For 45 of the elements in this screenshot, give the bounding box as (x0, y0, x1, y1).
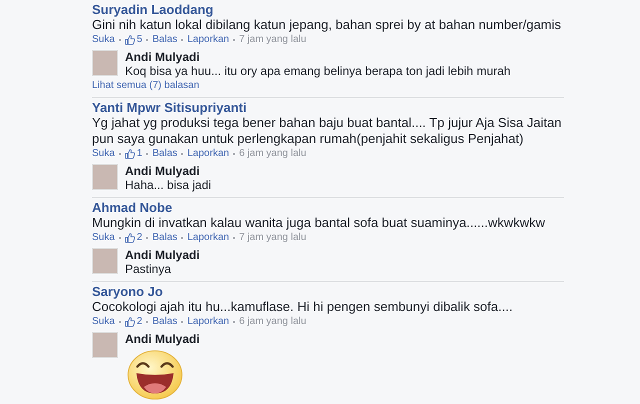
reply-author[interactable]: Andi Mulyadi (125, 164, 212, 178)
comment-time: 6 jam yang lalu (239, 147, 306, 160)
comment-author[interactable]: Ahmad Nobe (92, 200, 564, 215)
like-link[interactable]: Suka (92, 147, 115, 160)
comment-time: 7 jam yang lalu (239, 231, 306, 244)
comment-text: Yg jahat yg produksi tega bener bahan baju buat bantal.... Tp jujur Aja Sisa Jaitan pun saya gunakan untuk perlengkapan rumah(penjahit sekaligus Penjahat) (92, 115, 563, 147)
avatar-photo-placeholder (92, 248, 118, 274)
comment-time: 7 jam yang lalu (239, 33, 306, 46)
comment-time: 6 jam yang lalu (239, 315, 306, 328)
like-count: 2 (136, 231, 142, 244)
laughing-face-sticker (125, 348, 185, 400)
reply-text: Pastinya (125, 262, 172, 276)
report-link[interactable]: Laporkan (187, 33, 230, 46)
report-link[interactable]: Laporkan (187, 315, 230, 328)
report-link[interactable]: Laporkan (187, 147, 230, 160)
comment-author[interactable]: Yanti Mpwr Sitisupriyanti (92, 100, 564, 115)
report-link[interactable]: Laporkan (187, 231, 230, 244)
like-link[interactable]: Suka (92, 33, 115, 46)
thumbs-up-icon (124, 316, 135, 326)
reply-author[interactable]: Andi Mulyadi (125, 50, 511, 64)
avatar-photo-placeholder (92, 332, 118, 358)
comment-author[interactable]: Saryono Jo (92, 284, 564, 299)
reply-link[interactable]: Balas (152, 315, 178, 328)
thumbs-up-icon (124, 34, 135, 44)
reply-link[interactable]: Balas (152, 33, 178, 46)
like-count: 1 (136, 147, 142, 160)
comment-text: Cocokologi ajah itu hu...kamuflase. Hi hi pengen sembunyi dibalik sofa.... (92, 299, 514, 315)
reply-text: Koq bisa ya huu... itu ory apa emang belinya berapa ton jadi lebih murah (125, 64, 511, 78)
thumbs-up-icon (124, 232, 135, 242)
comment-text: Gini nih katun lokal dibilang katun jepang, bahan sprei by at bahan number/gamis (92, 17, 562, 33)
like-count: 5 (136, 33, 142, 46)
like-count: 2 (136, 315, 142, 328)
view-replies-link[interactable]: Lihat semua (7) balasan (92, 79, 564, 92)
thumbs-up-icon (124, 148, 135, 158)
reply-link[interactable]: Balas (152, 147, 178, 160)
comment-author[interactable]: Suryadin Laoddang (92, 2, 564, 17)
avatar-photo-placeholder (92, 50, 118, 76)
like-link[interactable]: Suka (92, 315, 115, 328)
reply-author[interactable]: Andi Mulyadi (125, 248, 200, 262)
like-link[interactable]: Suka (92, 231, 115, 244)
reply-author[interactable]: Andi Mulyadi (125, 332, 200, 346)
avatar-photo-placeholder (92, 164, 118, 190)
reply-text: Haha... bisa jadi (125, 178, 212, 192)
comment-text: Mungkin di invatkan kalau wanita juga bantal sofa buat suaminya......wkwkwkw (92, 215, 546, 231)
reply-link[interactable]: Balas (152, 231, 178, 244)
